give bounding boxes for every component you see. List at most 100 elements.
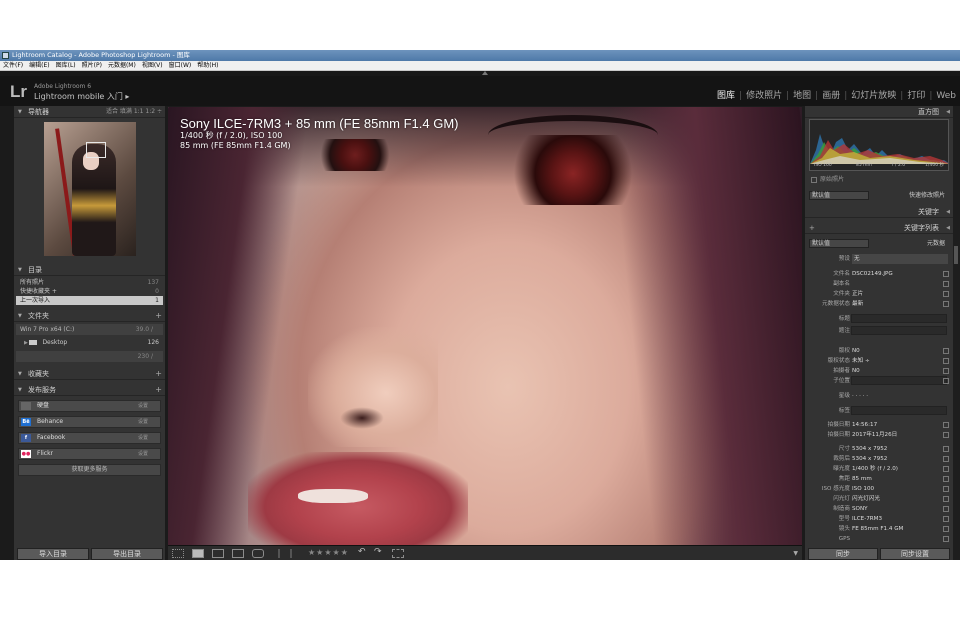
add-publish-icon[interactable]: + bbox=[155, 384, 162, 396]
menu-edit[interactable]: 编辑(E) bbox=[26, 61, 52, 71]
loupe-photo[interactable] bbox=[168, 107, 802, 545]
module-web[interactable]: Web bbox=[932, 91, 960, 101]
add-keyword-icon[interactable]: + bbox=[809, 222, 815, 234]
metadata-text-field[interactable] bbox=[851, 314, 947, 323]
md-value[interactable]: ILCE-7RM3 bbox=[852, 514, 882, 524]
publish-behance[interactable]: Bē Behance 设置 bbox=[18, 416, 161, 428]
metadata-action-icon[interactable] bbox=[943, 536, 949, 542]
import-button[interactable]: 导入目录 bbox=[17, 548, 89, 560]
metadata-action-icon[interactable] bbox=[943, 476, 949, 482]
menu-window[interactable]: 窗口(W) bbox=[166, 61, 195, 71]
rating-stars[interactable]: ★★★★★ bbox=[308, 548, 349, 557]
module-book[interactable]: 画册 bbox=[818, 91, 844, 101]
md-value[interactable]: N0 bbox=[852, 366, 860, 376]
add-folder-icon[interactable]: + bbox=[155, 310, 162, 322]
metadata-action-icon[interactable] bbox=[943, 466, 949, 472]
publish-setup-link[interactable]: 设置 bbox=[138, 401, 148, 411]
quick-develop-preset-select[interactable]: 默认值 bbox=[809, 191, 869, 200]
metadata-text-field[interactable] bbox=[851, 376, 947, 385]
menu-metadata[interactable]: 元数据(M) bbox=[105, 61, 139, 71]
metadata-text-field[interactable] bbox=[851, 326, 947, 335]
metadata-action-icon[interactable] bbox=[943, 368, 949, 374]
md-value[interactable]: 1/400 秒 (f / 2.0) bbox=[852, 464, 898, 474]
rotate-right-icon[interactable]: ↷ bbox=[374, 547, 382, 557]
metadata-action-icon[interactable] bbox=[943, 506, 949, 512]
md-value[interactable]: 闪光灯闪光 bbox=[852, 494, 880, 504]
md-value[interactable]: N0 bbox=[852, 346, 860, 356]
menu-photo[interactable]: 照片(P) bbox=[79, 61, 105, 71]
flag-reject-icon[interactable] bbox=[290, 549, 298, 558]
md-value[interactable]: ISO 100 bbox=[852, 484, 874, 494]
metadata-action-icon[interactable] bbox=[943, 432, 949, 438]
sync-metadata-button[interactable]: 同步 bbox=[808, 548, 878, 560]
histogram-header[interactable]: 直方图 bbox=[805, 106, 953, 118]
metadata-action-icon[interactable] bbox=[943, 422, 949, 428]
metadata-action-icon[interactable] bbox=[943, 496, 949, 502]
md-value[interactable]: SONY bbox=[852, 504, 868, 514]
navigator-zoom-options[interactable]: 适合 填满 1:1 1:2 ÷ bbox=[106, 106, 162, 118]
volume-row[interactable]: Win 7 Pro x64 (C:) 39.0 / bbox=[16, 324, 163, 335]
metadata-title[interactable]: 元数据 bbox=[927, 238, 945, 249]
keywording-header[interactable]: 关键字 bbox=[805, 206, 953, 218]
metadata-action-icon[interactable] bbox=[943, 291, 949, 297]
menu-library[interactable]: 图库(L) bbox=[53, 61, 79, 71]
menu-view[interactable]: 视图(V) bbox=[139, 61, 166, 71]
metadata-action-icon[interactable] bbox=[943, 486, 949, 492]
publish-hard-drive[interactable]: 硬盘 设置 bbox=[18, 400, 161, 412]
metadata-action-icon[interactable] bbox=[943, 516, 949, 522]
md-value[interactable]: · · · · · bbox=[852, 391, 868, 401]
catalog-item-last-import[interactable]: 上一次导入 1 bbox=[16, 296, 163, 305]
metadata-preset-select[interactable]: 默认值 bbox=[809, 239, 869, 248]
publish-setup-link[interactable]: 设置 bbox=[138, 417, 148, 427]
module-print[interactable]: 打印 bbox=[903, 91, 929, 101]
md-value[interactable]: 未知 ÷ bbox=[852, 356, 870, 366]
md-value[interactable]: 5304 x 7952 bbox=[852, 444, 887, 454]
scrollbar-thumb[interactable] bbox=[954, 246, 958, 264]
module-slideshow[interactable]: 幻灯片放映 bbox=[847, 91, 900, 101]
publish-flickr[interactable]: ●● Flickr 设置 bbox=[18, 448, 161, 460]
original-photo-checkbox[interactable]: 原始照片 bbox=[811, 174, 844, 183]
metadata-action-icon[interactable] bbox=[943, 281, 949, 287]
crop-overlay-icon[interactable] bbox=[392, 549, 404, 558]
publish-setup-link[interactable]: 设置 bbox=[138, 433, 148, 443]
module-develop[interactable]: 修改照片 bbox=[742, 91, 786, 101]
catalog-header[interactable]: 目录 bbox=[14, 264, 165, 276]
menu-file[interactable]: 文件(F) bbox=[0, 61, 26, 71]
module-map[interactable]: 地图 bbox=[789, 91, 815, 101]
catalog-item-quick[interactable]: 快捷收藏夹 + 0 bbox=[16, 287, 163, 296]
volume-row[interactable]: 230 / bbox=[16, 351, 163, 362]
metadata-action-icon[interactable] bbox=[943, 301, 949, 307]
toolbar-options-icon[interactable]: ▼ bbox=[793, 550, 798, 557]
md-value[interactable]: 5304 x 7952 bbox=[852, 454, 887, 464]
metadata-preset-value[interactable]: 无 bbox=[852, 254, 948, 264]
sync-settings-button[interactable]: 同步设置 bbox=[880, 548, 950, 560]
add-collection-icon[interactable]: + bbox=[155, 368, 162, 380]
folder-desktop[interactable]: ▶ Desktop 126 bbox=[16, 338, 163, 348]
md-value[interactable]: 最新 bbox=[852, 299, 863, 309]
metadata-action-icon[interactable] bbox=[943, 271, 949, 277]
navigator-header[interactable]: 导航器 适合 填满 1:1 1:2 ÷ bbox=[14, 106, 165, 118]
keyword-list-header[interactable]: 关键字列表 + bbox=[805, 222, 953, 234]
publish-setup-link[interactable]: 设置 bbox=[138, 449, 148, 459]
metadata-action-icon[interactable] bbox=[943, 348, 949, 354]
folders-header[interactable]: 文件夹 + bbox=[14, 310, 165, 322]
md-value[interactable]: 正片 bbox=[852, 289, 863, 299]
compare-view-icon[interactable] bbox=[212, 549, 224, 558]
md-value[interactable]: FE 85mm F1.4 GM bbox=[852, 524, 903, 534]
module-library[interactable]: 图库 bbox=[713, 91, 739, 101]
survey-view-icon[interactable] bbox=[232, 549, 244, 558]
menu-help[interactable]: 帮助(H) bbox=[194, 61, 221, 71]
export-button[interactable]: 导出目录 bbox=[91, 548, 163, 560]
grid-view-icon[interactable] bbox=[172, 549, 184, 558]
right-scrollbar[interactable] bbox=[953, 106, 960, 560]
lightroom-mobile-link[interactable]: Lightroom mobile 入门 ▸ bbox=[34, 91, 129, 102]
publish-header[interactable]: 发布服务 + bbox=[14, 384, 165, 396]
md-value[interactable]: DSC02149.JPG bbox=[852, 269, 893, 279]
collections-header[interactable]: 收藏夹 + bbox=[14, 368, 165, 380]
people-view-icon[interactable] bbox=[252, 549, 264, 558]
metadata-action-icon[interactable] bbox=[943, 446, 949, 452]
rotate-left-icon[interactable]: ↶ bbox=[358, 547, 366, 557]
quick-develop-title[interactable]: 快速修改照片 bbox=[909, 190, 945, 201]
metadata-action-icon[interactable] bbox=[943, 526, 949, 532]
loupe-view-icon[interactable] bbox=[192, 549, 204, 558]
